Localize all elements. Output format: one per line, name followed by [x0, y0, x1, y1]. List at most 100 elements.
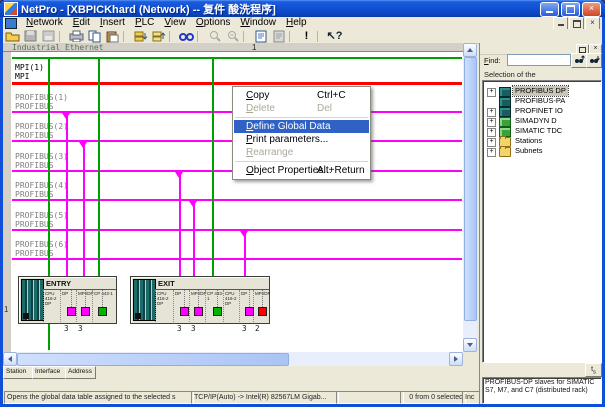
port-stub [262, 290, 263, 307]
upload-station-button[interactable] [150, 30, 167, 43]
ethernet-port-square[interactable] [213, 307, 222, 316]
module-cell[interactable]: CP 443-1 [92, 290, 117, 322]
exit-dp-link[interactable] [179, 172, 181, 277]
scroll-down-button[interactable] [463, 338, 477, 352]
menu-edit[interactable]: Edit [68, 17, 95, 29]
expand-icon[interactable]: + [487, 148, 496, 157]
column-header-station[interactable]: Station [3, 366, 35, 379]
entry-ethernet-link[interactable] [98, 59, 100, 277]
minimize-button[interactable] [540, 2, 559, 17]
status-empty-panel [336, 391, 404, 404]
subnet-name-mpi[interactable]: MPI(1) [15, 63, 44, 72]
vertical-scroll-thumb[interactable] [464, 57, 477, 321]
tree-item-stations[interactable]: + Stations [483, 136, 599, 146]
vertical-scrollbar[interactable] [463, 43, 477, 352]
zoom-in-button[interactable] [206, 30, 223, 43]
maximize-button[interactable] [561, 2, 580, 17]
save-as-button[interactable] [40, 30, 57, 43]
mpidp2-port-square[interactable] [258, 307, 267, 316]
subnet-line-profibus6[interactable] [12, 258, 462, 260]
entry-dp-link[interactable] [66, 113, 68, 277]
subnet-name-profibus2[interactable]: PROFIBUS(2) [15, 122, 68, 131]
open-button[interactable] [4, 30, 21, 43]
print-button[interactable] [68, 30, 85, 43]
exit-mpidp-link[interactable] [193, 201, 195, 277]
catalog-toggle-button[interactable] [270, 30, 287, 43]
context-item-copy[interactable]: Copy Ctrl+C [233, 89, 370, 102]
menu-insert[interactable]: Insert [95, 17, 130, 29]
dp2-port-square[interactable] [245, 307, 254, 316]
help-cursor-button[interactable]: ↖? [326, 30, 343, 43]
subnet-name-profibus3[interactable]: PROFIBUS(3) [15, 152, 68, 161]
mdi-restore-button[interactable] [569, 17, 584, 30]
subnet-name-profibus5[interactable]: PROFIBUS(5) [15, 211, 68, 220]
subnet-name-profibus6[interactable]: PROFIBUS(6) [15, 240, 68, 249]
catalog-header: Selection of the [484, 70, 536, 79]
subnet-line-profibus4[interactable] [12, 199, 462, 201]
paste-button[interactable] [104, 30, 121, 43]
subnet-line-profibus5[interactable] [12, 229, 462, 231]
horizontal-scroll-thumb[interactable] [17, 353, 289, 366]
subnet-line-mpi[interactable] [12, 82, 462, 85]
scroll-right-button[interactable] [449, 352, 463, 366]
mpidp-port-square[interactable] [194, 307, 203, 316]
ethernet-port-square[interactable] [98, 307, 107, 316]
station-name[interactable]: ENTRY [43, 278, 116, 290]
scroll-up-button[interactable] [463, 43, 477, 57]
entry-mpidp-link[interactable] [83, 142, 85, 277]
save-compile-button[interactable]: ! [298, 30, 315, 43]
subnet-line-ethernet[interactable] [12, 57, 462, 59]
tree-item-simatic-tdc[interactable]: + SIMATIC TDC [483, 126, 599, 136]
node-address: 2 [255, 324, 260, 333]
tree-item-simadyn-d[interactable]: + SIMADYN D [483, 116, 599, 126]
context-item-object-properties[interactable]: Object Properties... Alt+Return [233, 164, 370, 177]
page-column-number: 1 [252, 43, 256, 52]
tree-item-profibus-pa[interactable]: PROFIBUS-PA [483, 96, 599, 106]
station-entry[interactable]: ENTRY CPU 416-2 DP DP MPI/DP CP 443-1 [18, 276, 117, 324]
dp-port-square[interactable] [67, 307, 76, 316]
tree-item-subnets[interactable]: + Subnets [483, 146, 599, 156]
module-cell[interactable]: CP 443-1 [205, 290, 225, 322]
node-address: 3 [78, 324, 83, 333]
copy-button[interactable] [86, 30, 103, 43]
module-cell[interactable]: CPU 416-2 DP [155, 290, 175, 322]
menu-plc[interactable]: PLC [130, 17, 159, 29]
column-header-interface[interactable]: Interface [32, 366, 68, 379]
dp-port-square[interactable] [180, 307, 189, 316]
status-message: Opens the global data table assigned to … [4, 391, 194, 404]
exit-ethernet-link[interactable] [212, 59, 214, 277]
menu-help[interactable]: Help [281, 17, 312, 29]
find-next-button[interactable] [586, 53, 602, 68]
close-button[interactable]: × [582, 2, 601, 17]
page-row-number: 1 [4, 305, 8, 314]
tree-item-profibus-dp[interactable]: + PROFIBUS DP [483, 86, 599, 96]
context-item-define-global-data[interactable]: Define Global Data [234, 120, 369, 133]
horizontal-scrollbar[interactable] [3, 352, 463, 366]
mdi-close-button[interactable]: × [585, 17, 600, 30]
exit-dp2-link[interactable] [244, 231, 246, 277]
subnet-name-profibus4[interactable]: PROFIBUS(4) [15, 181, 68, 190]
object-properties-button[interactable] [252, 30, 269, 43]
catalog-tree[interactable]: + PROFIBUS DP PROFIBUS-PA + PROFINET IO … [482, 80, 602, 363]
subnet-name-profibus1[interactable]: PROFIBUS(1) [15, 93, 68, 102]
zoom-out-button[interactable] [224, 30, 241, 43]
menu-view[interactable]: View [159, 17, 191, 29]
catalog-profile-button[interactable]: ts [585, 363, 602, 377]
station-exit[interactable]: EXIT CPU 416-2 DP DP MPI/DP CP 443-1 CPU… [130, 276, 270, 324]
menu-network[interactable]: Network [21, 17, 68, 29]
column-header-address[interactable]: Address [65, 366, 96, 379]
mdi-minimize-button[interactable] [553, 17, 568, 30]
subnet-type-mpi[interactable]: MPI [15, 72, 29, 81]
context-item-print-parameters[interactable]: Print parameters... [233, 133, 370, 146]
download-station-button[interactable] [132, 30, 149, 43]
station-name[interactable]: EXIT [155, 278, 269, 290]
mpidp-port-square[interactable] [81, 307, 90, 316]
find-input[interactable] [507, 54, 571, 66]
find-previous-button[interactable] [571, 53, 587, 68]
tree-item-profinet-io[interactable]: + PROFINET IO [483, 106, 599, 116]
online-view-button[interactable] [178, 30, 195, 43]
scroll-left-button[interactable] [3, 352, 17, 366]
menu-window[interactable]: Window [235, 17, 281, 29]
menu-options[interactable]: Options [191, 17, 235, 29]
save-button[interactable] [22, 30, 39, 43]
